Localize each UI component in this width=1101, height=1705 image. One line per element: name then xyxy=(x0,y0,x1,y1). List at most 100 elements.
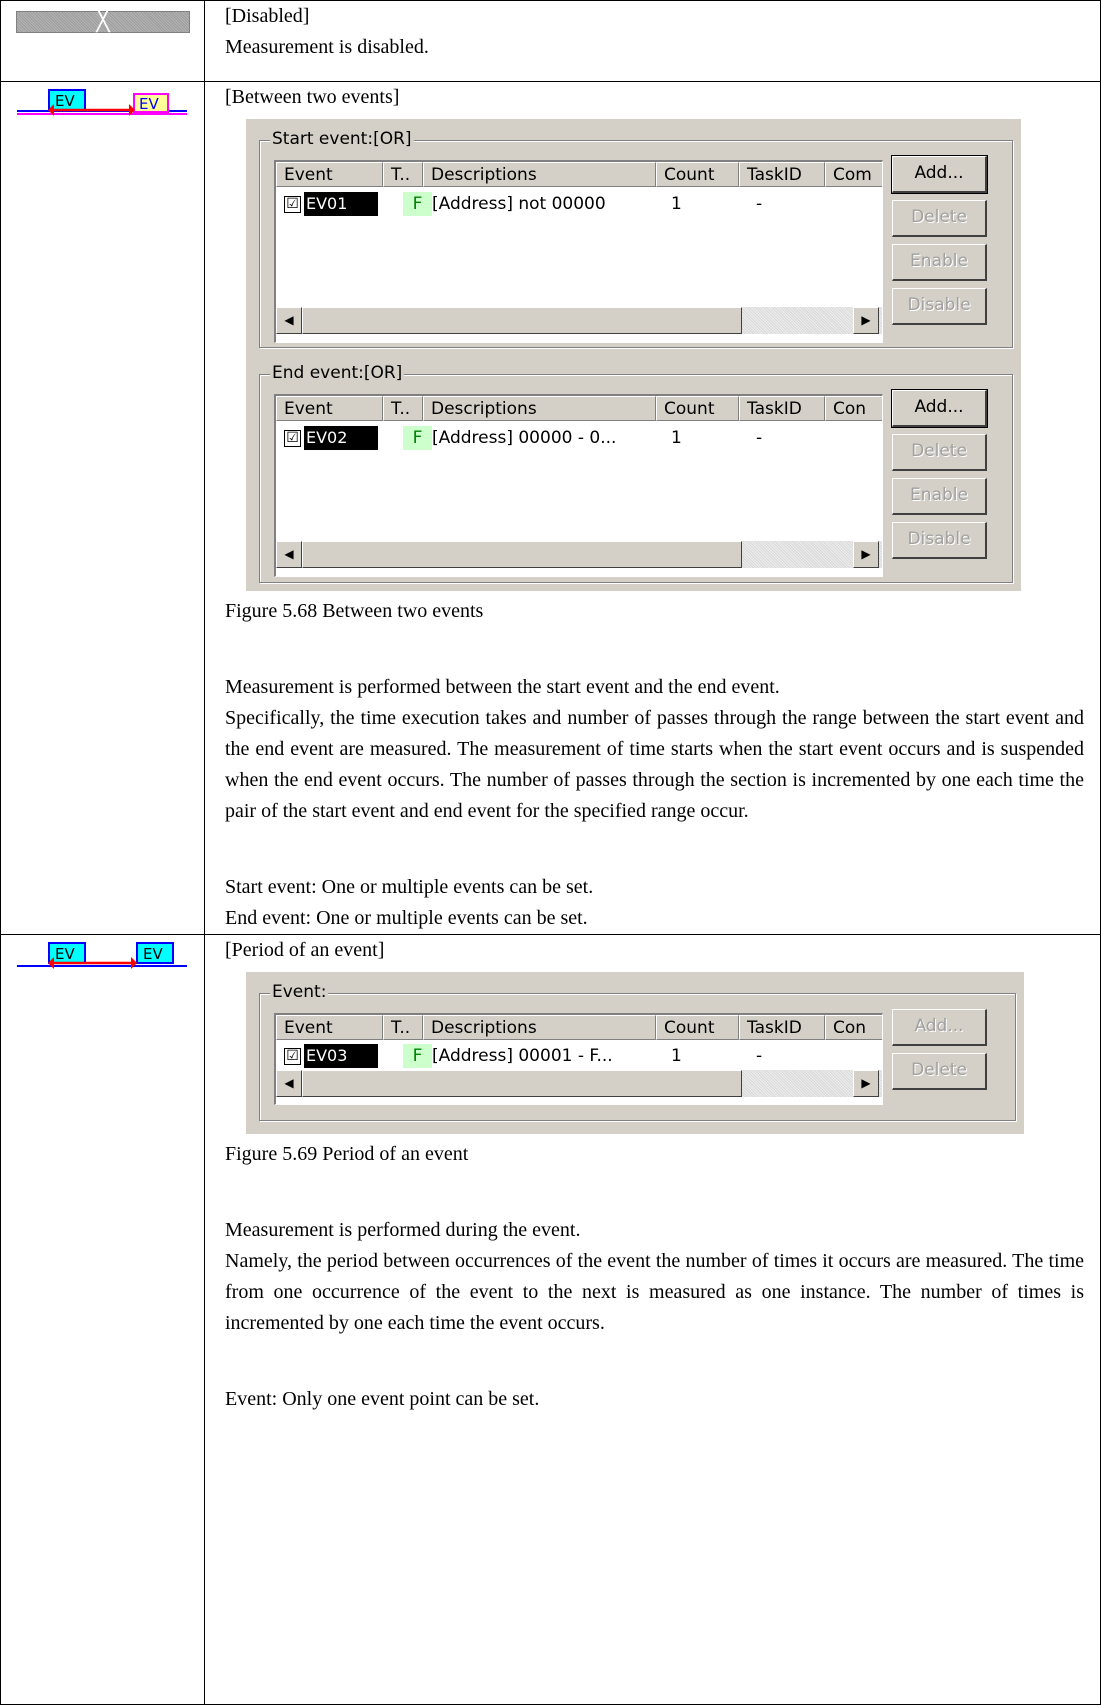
event-taskid: - xyxy=(756,194,763,214)
event-enable-checkbox[interactable]: ☑ xyxy=(284,1048,301,1065)
scroll-left-icon[interactable]: ◀ xyxy=(276,307,302,334)
col-header-taskid[interactable]: TaskID xyxy=(739,162,825,187)
list-header: Event T.. Descriptions Count TaskID Com xyxy=(276,162,882,189)
paragraph: Specifically, the time execution takes a… xyxy=(225,707,1084,822)
enable-button[interactable]: Enable xyxy=(892,478,987,515)
between-two-events-icon: EV EV xyxy=(17,89,187,116)
end-event-list[interactable]: Event T.. Descriptions Count TaskID Con … xyxy=(274,394,883,577)
col-header-event[interactable]: Event xyxy=(276,162,383,187)
list-item[interactable]: ☑ EV01 F [Address] not 00000 1 - xyxy=(276,190,882,218)
col-header-count[interactable]: Count xyxy=(656,1015,739,1040)
text-block: Figure 5.69 Period of an event Measureme… xyxy=(205,1139,1100,1415)
event-type: F xyxy=(403,1044,432,1068)
col-header-taskid[interactable]: TaskID xyxy=(739,396,825,421)
disabled-icon-wrap: ╳ xyxy=(1,1,204,36)
event-label-second: EV xyxy=(143,945,163,963)
col-header-comment[interactable]: Con xyxy=(825,396,882,421)
scroll-left-icon[interactable]: ◀ xyxy=(276,541,302,568)
row-between-two-events: EV EV [Between two events] Start event:[… xyxy=(0,81,1101,935)
end-event-group-title: End event:[OR] xyxy=(270,363,405,383)
scroll-left-icon[interactable]: ◀ xyxy=(276,1070,302,1097)
event-enable-checkbox[interactable]: ☑ xyxy=(284,196,301,213)
description-cell: [Period of an event] Event: Event T.. De… xyxy=(204,934,1101,1705)
event-enable-checkbox[interactable]: ☑ xyxy=(284,430,301,447)
event-label-end: EV xyxy=(139,95,159,113)
description-cell: [Disabled] Measurement is disabled. xyxy=(204,0,1101,82)
col-header-descriptions[interactable]: Descriptions xyxy=(423,396,656,421)
enable-button[interactable]: Enable xyxy=(892,244,987,281)
mode-heading: [Period of an event] xyxy=(225,939,385,961)
col-header-taskid[interactable]: TaskID xyxy=(739,1015,825,1040)
list-item[interactable]: ☑ EV02 F [Address] 00000 - 0... 1 - xyxy=(276,424,882,452)
event-name: EV03 xyxy=(304,1044,378,1068)
event-list[interactable]: Event T.. Descriptions Count TaskID Con … xyxy=(274,1013,883,1105)
col-header-event[interactable]: Event xyxy=(276,396,383,421)
paragraph: Measurement is performed between the sta… xyxy=(225,676,780,698)
col-header-type[interactable]: T.. xyxy=(383,396,423,421)
col-header-descriptions[interactable]: Descriptions xyxy=(423,162,656,187)
between-events-dialog: Start event:[OR] Event T.. Descriptions … xyxy=(246,119,1021,591)
disable-button[interactable]: Disable xyxy=(892,522,987,559)
horizontal-scrollbar[interactable]: ◀ ▶ xyxy=(276,1070,882,1097)
icon-cell: ╳ xyxy=(0,0,205,82)
col-header-count[interactable]: Count xyxy=(656,162,739,187)
list-header: Event T.. Descriptions Count TaskID Con xyxy=(276,396,882,423)
x-mark-icon: ╳ xyxy=(96,8,110,33)
period-event-dialog: Event: Event T.. Descriptions Count Task… xyxy=(246,972,1024,1134)
measurement-modes-table: ╳ [Disabled] Measurement is disabled. EV… xyxy=(0,0,1101,1705)
event-name: EV01 xyxy=(304,192,378,216)
scroll-thumb[interactable] xyxy=(302,1070,742,1097)
event-group: Event: Event T.. Descriptions Count Task… xyxy=(259,982,1016,1121)
horizontal-scrollbar[interactable]: ◀ ▶ xyxy=(276,307,882,334)
horizontal-scrollbar[interactable]: ◀ ▶ xyxy=(276,541,882,568)
event-description: [Address] not 00000 xyxy=(432,194,606,214)
col-header-type[interactable]: T.. xyxy=(383,162,423,187)
event-name: EV02 xyxy=(304,426,378,450)
paragraph: Namely, the period between occurrences o… xyxy=(225,1250,1084,1334)
col-header-descriptions[interactable]: Descriptions xyxy=(423,1015,656,1040)
add-button[interactable]: Add... xyxy=(891,155,988,194)
col-header-event[interactable]: Event xyxy=(276,1015,383,1040)
event-group-title: Event: xyxy=(270,982,329,1002)
scroll-thumb[interactable] xyxy=(302,307,742,334)
delete-button[interactable]: Delete xyxy=(892,434,987,471)
mode-heading: [Disabled] xyxy=(225,5,310,27)
col-header-count[interactable]: Count xyxy=(656,396,739,421)
add-button[interactable]: Add... xyxy=(892,1009,987,1046)
event-count: 1 xyxy=(671,1046,682,1066)
disable-button[interactable]: Disable xyxy=(892,288,987,325)
end-event-group: End event:[OR] Event T.. Descriptions Co… xyxy=(259,363,1013,583)
scroll-thumb[interactable] xyxy=(302,541,742,568)
scroll-right-icon[interactable]: ▶ xyxy=(853,307,879,334)
delete-button[interactable]: Delete xyxy=(892,200,987,237)
period-of-event-icon: EV EV xyxy=(17,942,187,969)
col-header-comment[interactable]: Con xyxy=(825,1015,882,1040)
delete-button[interactable]: Delete xyxy=(892,1053,987,1090)
note: Event: Only one event point can be set. xyxy=(225,1388,540,1410)
scroll-right-icon[interactable]: ▶ xyxy=(853,1070,879,1097)
col-header-type[interactable]: T.. xyxy=(383,1015,423,1040)
event-label-first: EV xyxy=(55,945,75,963)
paragraph: Measurement is performed during the even… xyxy=(225,1219,581,1241)
event-count: 1 xyxy=(671,194,682,214)
list-item[interactable]: ☑ EV03 F [Address] 00001 - F... 1 - xyxy=(276,1042,882,1070)
list-header: Event T.. Descriptions Count TaskID Con xyxy=(276,1015,882,1042)
add-button[interactable]: Add... xyxy=(891,389,988,428)
start-event-group-title: Start event:[OR] xyxy=(270,129,414,149)
note: End event: One or multiple events can be… xyxy=(225,907,588,929)
start-event-list[interactable]: Event T.. Descriptions Count TaskID Com … xyxy=(274,160,883,343)
row-period-of-event: EV EV [Period of an event] Event: Event … xyxy=(0,934,1101,1705)
event-count: 1 xyxy=(671,428,682,448)
description-cell: [Between two events] Start event:[OR] Ev… xyxy=(204,81,1101,935)
col-header-comment[interactable]: Com xyxy=(825,162,882,187)
disabled-icon: ╳ xyxy=(16,8,190,33)
document-page: ╳ [Disabled] Measurement is disabled. EV… xyxy=(0,0,1101,1705)
event-description: [Address] 00001 - F... xyxy=(432,1046,613,1066)
event-type: F xyxy=(403,192,432,216)
scroll-right-icon[interactable]: ▶ xyxy=(853,541,879,568)
row-disabled: ╳ [Disabled] Measurement is disabled. xyxy=(0,0,1101,82)
